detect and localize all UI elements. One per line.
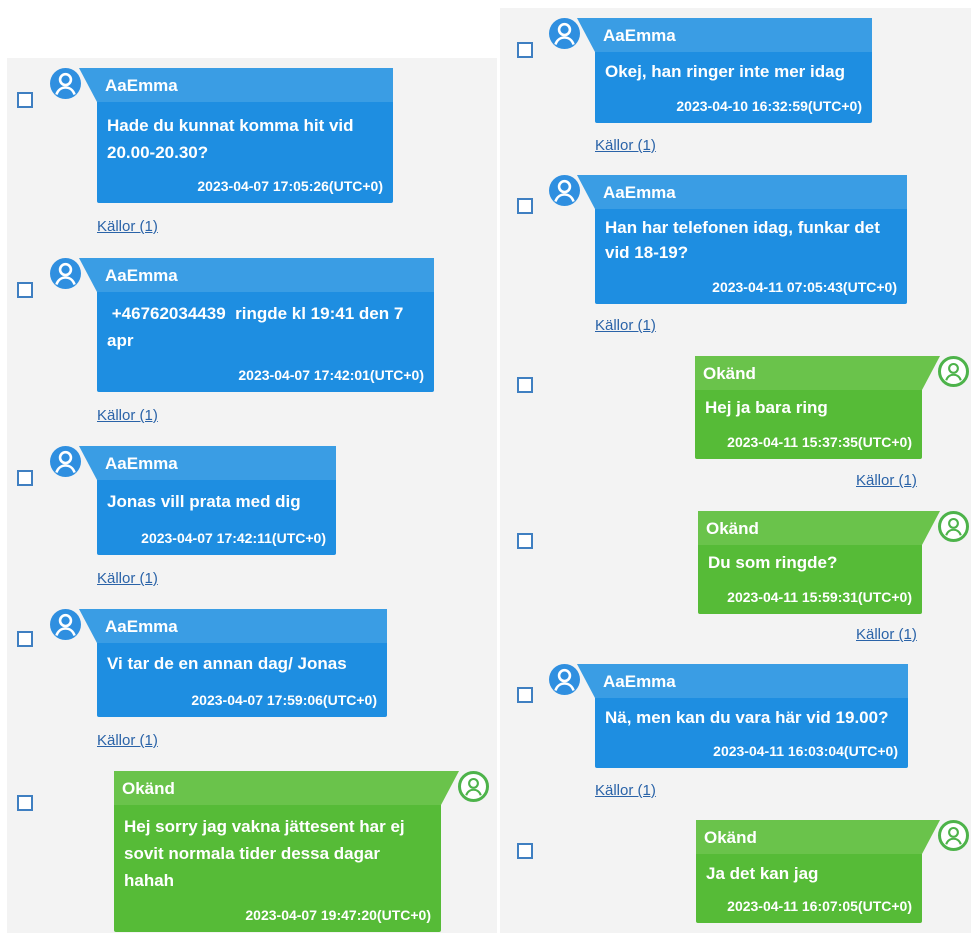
message-checkbox[interactable] — [517, 533, 533, 549]
message-text: Okej, han ringer inte mer idag — [605, 62, 845, 81]
user-avatar-icon — [549, 175, 580, 206]
sender-name: Okänd — [704, 828, 757, 847]
sources-link[interactable]: Källor (1) — [595, 317, 656, 334]
user-avatar-icon — [50, 68, 81, 99]
sender-name: Okänd — [703, 364, 756, 383]
message-checkbox[interactable] — [17, 92, 33, 108]
user-avatar-icon — [549, 664, 580, 695]
sender-name: AaEmma — [603, 183, 676, 202]
sender-name: Okänd — [122, 779, 175, 798]
user-avatar-icon — [938, 356, 969, 387]
message-text: Hade du kunnat komma hit vid 20.00-20.30… — [107, 116, 359, 162]
right-column-panel — [500, 8, 971, 933]
message-checkbox[interactable] — [517, 42, 533, 58]
message-bubble: AaEmma Hade du kunnat komma hit vid 20.0… — [79, 68, 393, 203]
sources-link[interactable]: Källor (1) — [856, 626, 917, 643]
user-avatar-icon — [50, 609, 81, 640]
message-bubble: AaEmma +46762034439 ringde kl 19:41 den … — [79, 258, 434, 392]
sender-name: Okänd — [706, 519, 759, 538]
sources-link[interactable]: Källor (1) — [97, 570, 158, 587]
message-text: +46762034439 ringde kl 19:41 den 7 apr — [107, 304, 409, 350]
message-timestamp: 2023-04-07 19:47:20(UTC+0) — [245, 907, 431, 923]
sources-link[interactable]: Källor (1) — [97, 407, 158, 424]
user-avatar-icon — [938, 820, 969, 851]
user-avatar-icon — [50, 258, 81, 289]
message-timestamp: 2023-04-11 15:59:31(UTC+0) — [727, 589, 912, 605]
sender-name: AaEmma — [105, 454, 178, 473]
message-text: Du som ringde? — [708, 553, 838, 572]
sources-link[interactable]: Källor (1) — [97, 732, 158, 749]
message-timestamp: 2023-04-10 16:32:59(UTC+0) — [676, 98, 862, 114]
message-bubble: AaEmma Nä, men kan du vara här vid 19.00… — [577, 664, 908, 768]
message-checkbox[interactable] — [517, 687, 533, 703]
message-checkbox[interactable] — [517, 843, 533, 859]
message-timestamp: 2023-04-07 17:59:06(UTC+0) — [191, 692, 377, 708]
sender-name: AaEmma — [603, 26, 676, 45]
message-bubble: AaEmma Han har telefonen idag, funkar de… — [577, 175, 907, 304]
sources-link[interactable]: Källor (1) — [595, 782, 656, 799]
message-bubble: Okänd Du som ringde? 2023-04-11 15:59:31… — [698, 511, 940, 614]
sources-link[interactable]: Källor (1) — [856, 472, 917, 489]
message-text: Vi tar de en annan dag/ Jonas — [107, 654, 347, 673]
message-text: Han har telefonen idag, funkar det vid 1… — [605, 218, 885, 262]
message-timestamp: 2023-04-11 16:03:04(UTC+0) — [713, 743, 898, 759]
message-checkbox[interactable] — [517, 198, 533, 214]
user-avatar-icon — [938, 511, 969, 542]
message-timestamp: 2023-04-11 16:07:05(UTC+0) — [727, 898, 912, 914]
message-text: Ja det kan jag — [706, 864, 819, 883]
sources-link[interactable]: Källor (1) — [595, 137, 656, 154]
message-bubble: AaEmma Vi tar de en annan dag/ Jonas 202… — [79, 609, 387, 717]
sender-name: AaEmma — [105, 617, 178, 636]
message-checkbox[interactable] — [17, 631, 33, 647]
user-avatar-icon — [549, 18, 580, 49]
message-text: Jonas vill prata med dig — [107, 492, 301, 511]
message-bubble: Okänd Hej sorry jag vakna jättesent har … — [114, 771, 459, 932]
sender-name: AaEmma — [603, 672, 676, 691]
message-text: Nä, men kan du vara här vid 19.00? — [605, 708, 889, 727]
message-text: Hej ja bara ring — [705, 398, 828, 417]
sources-link[interactable]: Källor (1) — [97, 218, 158, 235]
message-bubble: Okänd Hej ja bara ring 2023-04-11 15:37:… — [695, 356, 940, 459]
message-timestamp: 2023-04-11 15:37:35(UTC+0) — [727, 434, 912, 450]
message-text: Hej sorry jag vakna jättesent har ej sov… — [124, 817, 410, 890]
user-avatar-icon — [458, 771, 489, 802]
message-checkbox[interactable] — [517, 377, 533, 393]
message-timestamp: 2023-04-11 07:05:43(UTC+0) — [712, 279, 897, 295]
message-timestamp: 2023-04-07 17:42:01(UTC+0) — [238, 367, 424, 383]
message-bubble: AaEmma Okej, han ringer inte mer idag 20… — [577, 18, 872, 123]
message-timestamp: 2023-04-07 17:05:26(UTC+0) — [197, 178, 383, 194]
message-bubble: AaEmma Jonas vill prata med dig 2023-04-… — [79, 446, 336, 555]
sender-name: AaEmma — [105, 76, 178, 95]
message-checkbox[interactable] — [17, 282, 33, 298]
sender-name: AaEmma — [105, 266, 178, 285]
user-avatar-icon — [50, 446, 81, 477]
message-checkbox[interactable] — [17, 470, 33, 486]
message-bubble: Okänd Ja det kan jag 2023-04-11 16:07:05… — [696, 820, 940, 923]
message-checkbox[interactable] — [17, 795, 33, 811]
message-timestamp: 2023-04-07 17:42:11(UTC+0) — [141, 530, 326, 546]
